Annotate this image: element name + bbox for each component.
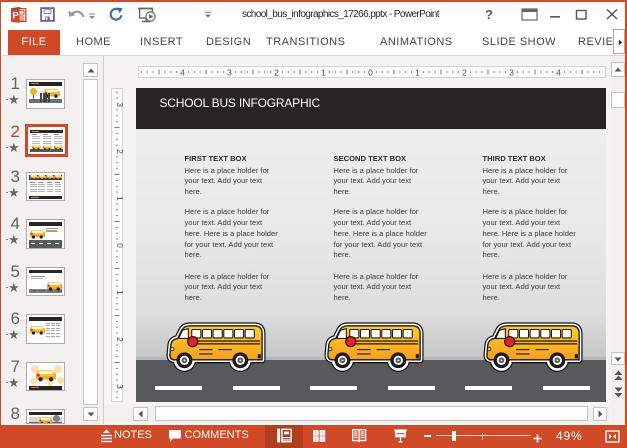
svg-text:2: 2 [274,67,279,77]
svg-text:3: 3 [115,102,123,107]
svg-text:P: P [12,11,19,22]
svg-text:0: 0 [115,243,123,248]
svg-text:3: 3 [509,67,514,77]
svg-text:1: 1 [115,196,123,201]
svg-text:1: 1 [321,67,326,77]
svg-text:2: 2 [115,337,123,342]
svg-text:2: 2 [115,149,123,154]
svg-text:1: 1 [115,290,123,295]
svg-text:4: 4 [556,67,561,77]
svg-text:0: 0 [368,67,373,77]
svg-text:1: 1 [415,67,420,77]
svg-text:4: 4 [180,67,185,77]
svg-text:2: 2 [462,67,467,77]
svg-text:3: 3 [115,384,123,389]
svg-text:3: 3 [227,67,232,77]
